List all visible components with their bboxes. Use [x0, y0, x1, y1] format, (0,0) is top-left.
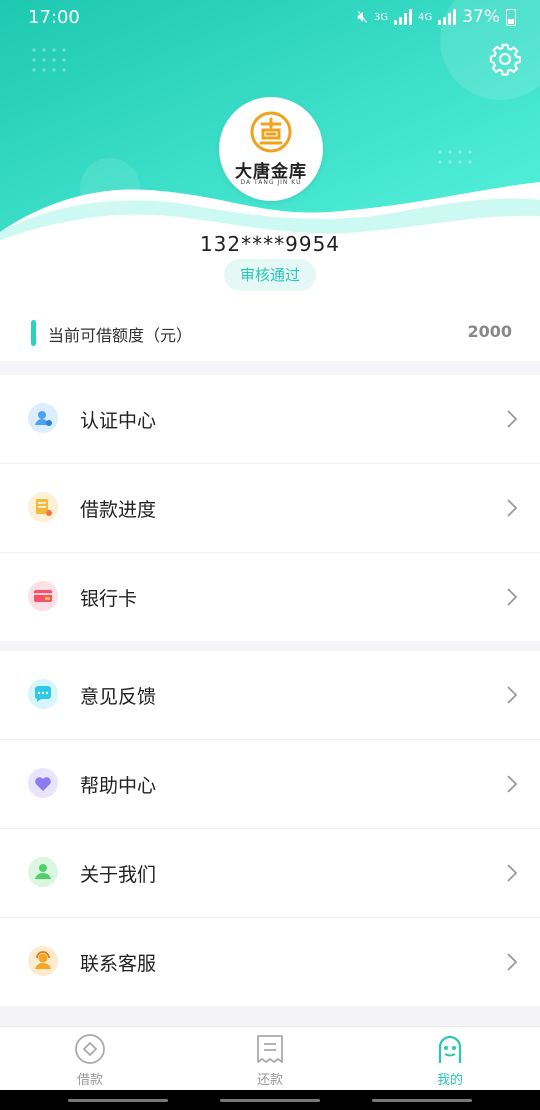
credit-limit-label: 当前可借额度（元）: [48, 326, 193, 345]
nav-recents-handle[interactable]: [372, 1099, 472, 1102]
menu-label: 联系客服: [80, 953, 157, 975]
status-icons: 🔇︎ 3G 4G 37%: [357, 7, 516, 27]
menu-label: 意见反馈: [80, 686, 157, 708]
bottom-tab-bar: 借款 还款 我的: [0, 1026, 540, 1091]
menu-item-loan-progress[interactable]: 借款进度: [0, 464, 540, 553]
about-us-icon: [28, 857, 58, 887]
menu-item-feedback[interactable]: 意见反馈: [0, 651, 540, 740]
menu-label: 借款进度: [80, 499, 157, 521]
tab-label: 我的: [436, 1073, 463, 1088]
net-4g: 4G: [418, 11, 433, 23]
chevron-right-icon: [507, 953, 518, 971]
menu-label: 关于我们: [80, 864, 157, 886]
credit-limit-row: 当前可借额度（元） 2000: [0, 305, 540, 361]
tab-repay[interactable]: 还款: [180, 1027, 360, 1091]
repay-icon: [257, 1035, 283, 1063]
menu-item-customer-service[interactable]: 联系客服: [0, 918, 540, 1006]
battery-icon: [506, 8, 516, 26]
verification-status-badge: 审核通过: [224, 259, 316, 291]
tab-mine[interactable]: 我的: [360, 1027, 540, 1091]
settings-gear-icon[interactable]: [488, 42, 522, 76]
menu-label: 认证中心: [80, 410, 157, 432]
bank-card-icon: [28, 581, 58, 611]
system-nav-bar: [0, 1090, 540, 1110]
profile-header: 17:00 🔇︎ 3G 4G 37% 大唐金库 DA TANG JIN KU 1…: [0, 0, 540, 305]
nav-back-handle[interactable]: [68, 1099, 168, 1102]
chevron-right-icon: [507, 588, 518, 606]
menu-item-about-us[interactable]: 关于我们: [0, 829, 540, 918]
tab-borrow[interactable]: 借款: [0, 1027, 180, 1091]
nav-home-handle[interactable]: [220, 1099, 320, 1102]
menu-label: 帮助中心: [80, 775, 157, 797]
chevron-right-icon: [507, 864, 518, 882]
loan-progress-icon: [28, 492, 58, 522]
help-heart-icon: [28, 768, 58, 798]
credit-accent-bar: [31, 320, 36, 346]
status-time: 17:00: [28, 7, 80, 28]
borrow-icon: [75, 1034, 105, 1064]
menu-item-certification[interactable]: 认证中心: [0, 375, 540, 464]
brand-name-en: DA TANG JIN KU: [240, 179, 302, 186]
menu-item-help-center[interactable]: 帮助中心: [0, 740, 540, 829]
menu-group-support: 意见反馈 帮助中心 关于我们 联系客服: [0, 651, 540, 1006]
menu-group-account: 认证中心 借款进度 银行卡: [0, 375, 540, 641]
chevron-right-icon: [507, 775, 518, 793]
customer-service-icon: [28, 946, 58, 976]
feedback-icon: [28, 679, 58, 709]
signal-icon-2: [438, 9, 457, 25]
chevron-right-icon: [507, 686, 518, 704]
menu-item-bank-card[interactable]: 银行卡: [0, 553, 540, 641]
mine-icon: [438, 1035, 462, 1063]
tab-label: 借款: [76, 1073, 103, 1088]
tab-label: 还款: [256, 1073, 283, 1088]
credit-limit-amount: 2000: [467, 322, 512, 341]
certification-icon: [28, 403, 58, 433]
chevron-right-icon: [507, 410, 518, 428]
mute-icon: 🔇︎: [357, 7, 368, 27]
brand-logo: 大唐金库 DA TANG JIN KU: [219, 97, 323, 201]
user-phone: 132****9954: [199, 232, 341, 256]
status-bar: 17:00 🔇︎ 3G 4G 37%: [0, 0, 540, 34]
battery-text: 37%: [462, 7, 500, 27]
net-3g: 3G: [373, 11, 389, 23]
brand-emblem-icon: [250, 111, 292, 153]
chevron-right-icon: [507, 499, 518, 517]
menu-label: 银行卡: [80, 588, 138, 610]
signal-icon: [394, 9, 413, 25]
